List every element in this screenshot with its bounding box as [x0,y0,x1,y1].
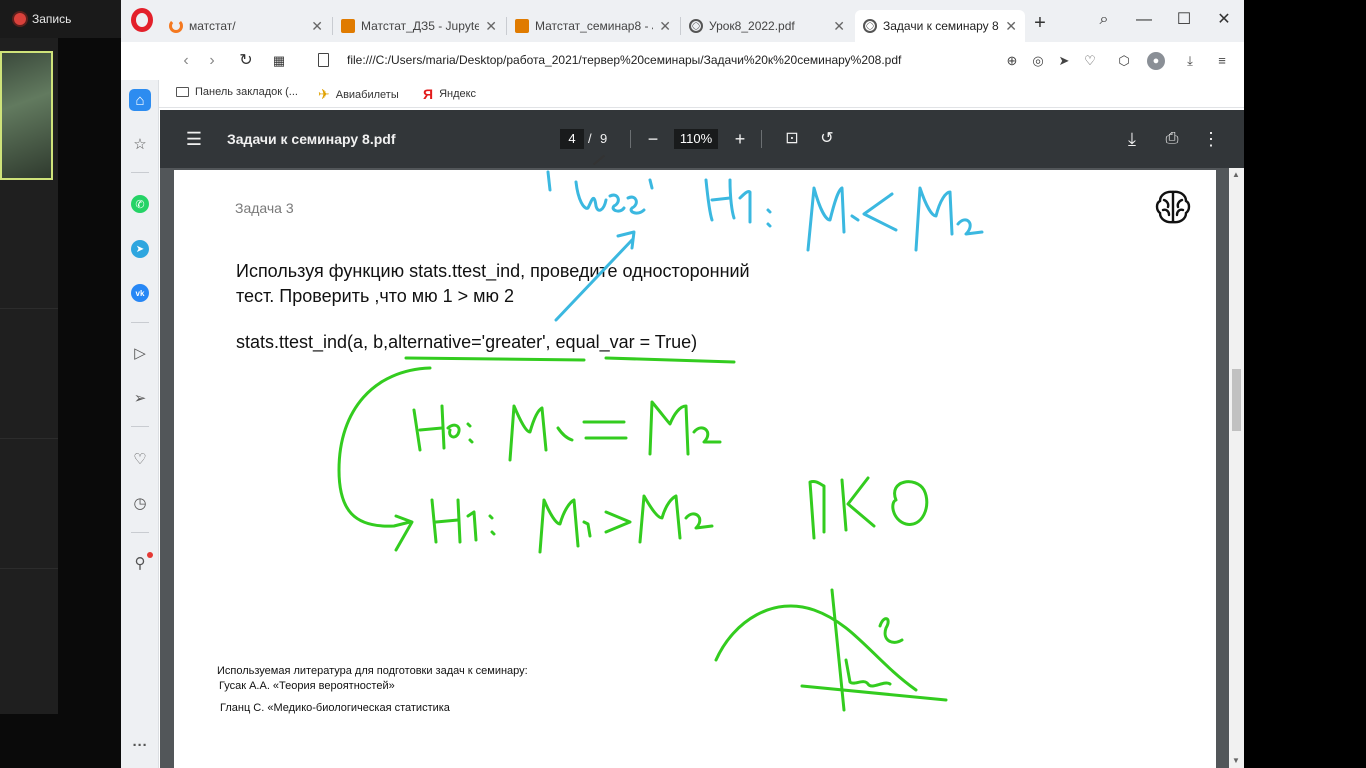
extensions-icon[interactable]: ⬡ [1115,52,1133,70]
player-icon[interactable]: ▷ [129,342,151,364]
history-icon[interactable]: ◷ [129,492,151,514]
url-field[interactable]: file:///C:/Users/maria/Desktop/работа_20… [347,53,901,67]
bookmark-label: Яндекс [439,88,477,100]
pdf-scrollbar[interactable]: ▲ ▼ [1229,168,1244,768]
new-tab-button[interactable]: + [1029,12,1051,34]
close-icon[interactable]: ✕ [311,18,323,35]
menu-icon[interactable]: ☰ [182,127,206,151]
fit-page-icon[interactable]: ⊡ [780,127,804,151]
page-number-input[interactable]: 4 [560,129,584,149]
zoom-in-icon[interactable]: + [728,127,752,151]
print-icon[interactable]: ⎙ [1160,127,1184,151]
page-separator: / [588,131,592,146]
tab-label: Матстат_семинар8 - Jup [535,19,653,33]
file-icon [318,53,329,67]
scroll-down-icon[interactable]: ▼ [1232,756,1240,765]
speed-dial-icon[interactable]: ▦ [268,50,290,72]
maximize-button[interactable]: ☐ [1169,6,1199,34]
send-icon[interactable]: ➤ [1055,52,1073,70]
easy-setup-icon[interactable]: ≡ [1213,52,1231,70]
pdf-viewer: ☰ Задачи к семинару 8.pdf 4 / 9 − 110% +… [160,110,1244,768]
pdf-title: Задачи к семинару 8.pdf [227,131,396,147]
literature-item: Гланц С. «Медико-биологическая статистик… [220,702,450,714]
participant-video[interactable] [0,51,53,180]
opera-icon [169,19,183,33]
tab-label: матстат/ [189,19,236,33]
bookmark-yandex[interactable]: Я Яндекс [423,86,476,102]
tab-label: Матстат_ДЗ5 - Jupyter [361,19,480,33]
bookmark-aviabilety[interactable]: ✈ Авиабилеты [318,86,399,103]
opera-menu-icon[interactable] [131,8,153,32]
scrollbar-thumb[interactable] [1232,369,1241,431]
my-flow-icon[interactable]: ➢ [129,387,151,409]
close-icon[interactable]: ✕ [485,18,497,35]
download-icon[interactable]: ⤓ [1181,52,1199,70]
bookmarks-bar: Панель закладок (... ✈ Авиабилеты Я Янде… [121,80,1244,108]
record-icon [14,13,26,25]
scroll-up-icon[interactable]: ▲ [1232,170,1240,179]
brain-logo-icon [1155,190,1191,224]
yandex-icon: Я [423,86,434,102]
star-icon[interactable]: ☆ [129,133,151,155]
whatsapp-icon[interactable]: ✆ [131,195,149,213]
close-window-button[interactable]: ✕ [1209,6,1239,34]
zoom-icon[interactable]: ⊕ [1003,52,1021,70]
search-tabs-icon[interactable]: ⌕ [1089,6,1119,34]
jupyter-icon [341,19,355,33]
profile-icon[interactable]: ● [1147,52,1165,70]
close-icon[interactable]: ✕ [1005,18,1017,35]
bookmark-panel[interactable]: Панель закладок (... [176,86,298,98]
close-icon[interactable]: ✕ [659,18,671,35]
opera-sidebar: ⌂ ☆ ✆ ➤ vk ▷ ➢ ♡ ◷ ⚲ ··· [121,80,159,768]
reload-button[interactable]: ↻ [235,50,257,72]
tab-matstat[interactable]: матстат/ ✕ [161,10,331,42]
minimize-button[interactable]: — [1129,6,1159,34]
camera-icon[interactable]: ◎ [1029,52,1047,70]
back-button[interactable]: ‹ [175,50,197,72]
recording-label: Запись [32,12,72,26]
globe-icon [863,19,877,33]
heart-icon[interactable]: ♡ [1081,52,1099,70]
telegram-icon[interactable]: ➤ [131,240,149,258]
tab-label: Урок8_2022.pdf [709,19,795,33]
right-dark-area [1244,0,1366,768]
heart-icon[interactable]: ♡ [129,448,151,470]
task-label: Задача 3 [235,200,294,216]
recording-indicator[interactable]: Запись [0,0,121,38]
literature-item: Гусак А.А. «Теория вероятностей» [219,680,395,692]
code-example: stats.ttest_ind(a, b,alternative='greate… [236,332,698,352]
address-bar: ‹ › ↻ ▦ file:///C:/Users/maria/Desktop/р… [121,42,1244,80]
tab-matstat-dz5[interactable]: Матстат_ДЗ5 - Jupyter ✕ [333,10,505,42]
tab-label: Задачи к семинару 8.pdf [883,19,999,33]
tab-zadachi-pdf[interactable]: Задачи к семинару 8.pdf ✕ [855,10,1025,42]
tab-bar: матстат/ ✕ Матстат_ДЗ5 - Jupyter ✕ Матст… [121,0,1244,42]
download-icon[interactable]: ⤓ [1120,127,1144,151]
zoom-input[interactable]: 110% [674,129,718,149]
literature-heading: Используемая литература для подготовки з… [217,665,528,677]
notification-dot [147,552,153,558]
green-annotation [337,356,948,712]
close-icon[interactable]: ✕ [833,18,845,35]
task-description: Используя функцию stats.ttest_ind, прове… [236,261,750,306]
plane-icon: ✈ [318,86,330,102]
forward-button[interactable]: › [201,50,223,72]
tab-urok8-pdf[interactable]: Урок8_2022.pdf ✕ [681,10,853,42]
page-total: 9 [600,131,608,146]
conference-panel: Запись [0,0,121,768]
home-icon[interactable]: ⌂ [129,89,151,111]
more-options-icon[interactable]: ⋮ [1199,127,1223,151]
bookmark-label: Авиабилеты [335,88,399,101]
pdf-toolbar: ☰ Задачи к семинару 8.pdf 4 / 9 − 110% +… [160,110,1244,168]
rotate-icon[interactable]: ↺ [815,127,839,151]
folder-icon [176,87,189,97]
pdf-page: Задача 3 Используя функцию stats.ttest_i… [174,170,1216,768]
jupyter-icon [515,19,529,33]
bookmark-label: Панель закладок (... [195,86,298,98]
globe-icon [689,19,703,33]
tab-matstat-seminar8[interactable]: Матстат_семинар8 - Jup ✕ [507,10,679,42]
vk-icon[interactable]: vk [131,284,149,302]
browser-window: матстат/ ✕ Матстат_ДЗ5 - Jupyter ✕ Матст… [121,0,1244,768]
more-icon[interactable]: ··· [129,734,151,756]
zoom-out-icon[interactable]: − [641,127,665,151]
